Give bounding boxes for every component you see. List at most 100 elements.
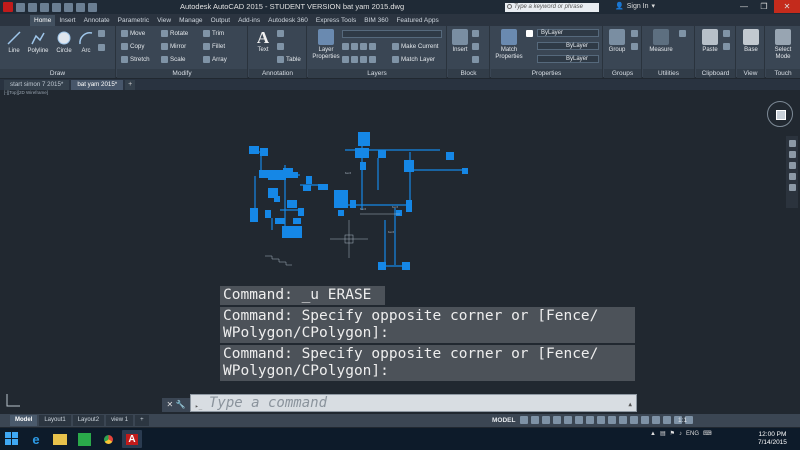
stretch-button[interactable]: Stretch <box>121 56 150 63</box>
edit-block-icon[interactable] <box>472 43 479 50</box>
start-button[interactable] <box>2 430 22 448</box>
polyline-tool[interactable]: Polyline <box>24 30 52 54</box>
layout-tab-view1[interactable]: view 1 <box>106 415 134 426</box>
ribbon-tab-autodesk-360[interactable]: Autodesk 360 <box>264 15 312 26</box>
store-button[interactable] <box>74 430 94 448</box>
showmotion-icon[interactable] <box>788 184 796 191</box>
lineweight-dropdown[interactable]: ByLayer <box>537 55 599 63</box>
ribbon-tab-output[interactable]: Output <box>207 15 235 26</box>
copy-button[interactable]: Copy <box>121 43 144 50</box>
move-button[interactable]: Move <box>121 30 145 37</box>
ribbon-tab-annotate[interactable]: Annotate <box>80 15 114 26</box>
ortho-icon[interactable] <box>542 416 550 424</box>
viewcube-top-face[interactable] <box>776 110 786 120</box>
new-tab-button[interactable]: + <box>125 80 136 90</box>
draw-more-icon[interactable] <box>98 30 105 37</box>
annotation-panel-label[interactable]: Annotation <box>249 69 306 78</box>
layer-dropdown[interactable] <box>342 30 442 38</box>
search-input[interactable]: Type a keyword or phrase <box>505 3 599 12</box>
tray-chevron-icon[interactable]: ▲ <box>650 431 656 437</box>
paste-button[interactable]: Paste <box>700 29 720 53</box>
ribbon-tab-view[interactable]: View <box>153 15 175 26</box>
color-dropdown[interactable]: ByLayer <box>537 29 599 37</box>
circle-tool[interactable]: Circle <box>53 30 75 54</box>
group-button[interactable]: Group <box>607 29 627 53</box>
arc-tool[interactable]: Arc <box>77 30 95 54</box>
color-swatch-icon[interactable] <box>526 30 533 37</box>
ribbon-tab-add-ins[interactable]: Add-ins <box>234 15 264 26</box>
doc-tab-start-simon[interactable]: start simon 7 2015* <box>4 80 70 90</box>
orbit-icon[interactable] <box>788 173 796 180</box>
annotation-scale[interactable]: 1:1 <box>678 417 687 424</box>
fillet-button[interactable]: Fillet <box>203 43 225 50</box>
match-layer-button[interactable]: Match Layer <box>392 56 435 63</box>
array-button[interactable]: Array <box>203 56 227 63</box>
save-as-icon[interactable] <box>52 2 61 12</box>
create-block-icon[interactable] <box>472 30 479 37</box>
doc-tab-bat-yam[interactable]: bat yam 2015* <box>71 80 124 90</box>
print-icon[interactable] <box>64 2 73 12</box>
scale-button[interactable]: Scale <box>161 56 185 63</box>
sign-in-button[interactable]: 👤 Sign In ▾ <box>615 2 655 11</box>
leader-icon[interactable] <box>277 43 284 50</box>
groups-panel-label[interactable]: Groups <box>604 69 641 78</box>
clipboard-panel-label[interactable]: Clipboard <box>696 69 735 78</box>
command-history-toggle-icon[interactable]: ▲ <box>628 397 632 413</box>
layout-tab-layout1[interactable]: Layout1 <box>39 415 71 426</box>
isodraft-icon[interactable] <box>564 416 572 424</box>
base-button[interactable]: Base <box>741 29 761 53</box>
internet-explorer-button[interactable]: e <box>26 430 46 448</box>
snap-icon[interactable] <box>531 416 539 424</box>
layers-panel-label[interactable]: Layers <box>308 69 446 78</box>
group-edit-icon[interactable] <box>631 43 638 50</box>
new-file-icon[interactable] <box>16 2 25 12</box>
command-line-controls[interactable]: ✕ 🔧 <box>162 398 190 412</box>
chrome-button[interactable] <box>98 430 118 448</box>
dimension-icon[interactable] <box>277 30 284 37</box>
keyboard-icon[interactable]: ⌨ <box>703 430 712 437</box>
3d-osnap-icon[interactable] <box>652 416 660 424</box>
rotate-button[interactable]: Rotate <box>161 30 188 37</box>
volume-icon[interactable]: ♪ <box>679 431 682 437</box>
flag-icon[interactable]: ⚑ <box>670 430 675 437</box>
lineweight-icon[interactable] <box>586 416 594 424</box>
table-button[interactable]: Table <box>277 56 301 63</box>
grid-icon[interactable] <box>520 416 528 424</box>
redo-icon[interactable] <box>88 2 97 12</box>
restore-button[interactable]: ❐ <box>754 0 774 13</box>
language-indicator[interactable]: ENG <box>686 431 699 437</box>
utilities-panel-label[interactable]: Utilities <box>643 69 694 78</box>
cut-icon[interactable] <box>723 30 730 37</box>
osnap-icon[interactable] <box>575 416 583 424</box>
pan-icon[interactable] <box>788 151 796 158</box>
mirror-button[interactable]: Mirror <box>161 43 186 50</box>
annotation-visibility-icon[interactable] <box>597 416 605 424</box>
ribbon-tab-manage[interactable]: Manage <box>175 15 207 26</box>
line-tool[interactable]: Line <box>4 30 24 54</box>
text-tool[interactable]: A Text <box>253 29 273 54</box>
polar-icon[interactable] <box>553 416 561 424</box>
ribbon-tab-featured-apps[interactable]: Featured Apps <box>392 15 442 26</box>
save-icon[interactable] <box>40 2 49 12</box>
autoscale-icon[interactable] <box>608 416 616 424</box>
layout-tab-model[interactable]: Model <box>10 415 38 426</box>
network-icon[interactable]: ▤ <box>660 430 666 437</box>
match-properties-button[interactable]: Match Properties <box>494 29 524 61</box>
insert-button[interactable]: Insert <box>451 29 469 53</box>
layer-tools-icons-2[interactable] <box>342 56 376 63</box>
undo-icon[interactable] <box>76 2 85 12</box>
ucs-status-icon[interactable] <box>630 416 638 424</box>
close-button[interactable]: ✕ <box>774 0 800 13</box>
layout-tab-layout2[interactable]: Layout2 <box>72 415 105 426</box>
open-folder-icon[interactable] <box>28 2 37 12</box>
ribbon-tab-express-tools[interactable]: Express Tools <box>312 15 360 26</box>
make-current-button[interactable]: Make Current <box>392 43 438 50</box>
ribbon-tab-parametric[interactable]: Parametric <box>114 15 153 26</box>
zoom-icon[interactable] <box>788 162 796 169</box>
add-layout-button[interactable]: + <box>135 415 149 426</box>
calculator-icon[interactable] <box>679 30 686 37</box>
dynamic-ucs-icon[interactable] <box>663 416 671 424</box>
cycle-icon[interactable] <box>641 416 649 424</box>
hatch-icon[interactable] <box>98 44 105 51</box>
properties-panel-label[interactable]: Properties <box>491 69 602 78</box>
